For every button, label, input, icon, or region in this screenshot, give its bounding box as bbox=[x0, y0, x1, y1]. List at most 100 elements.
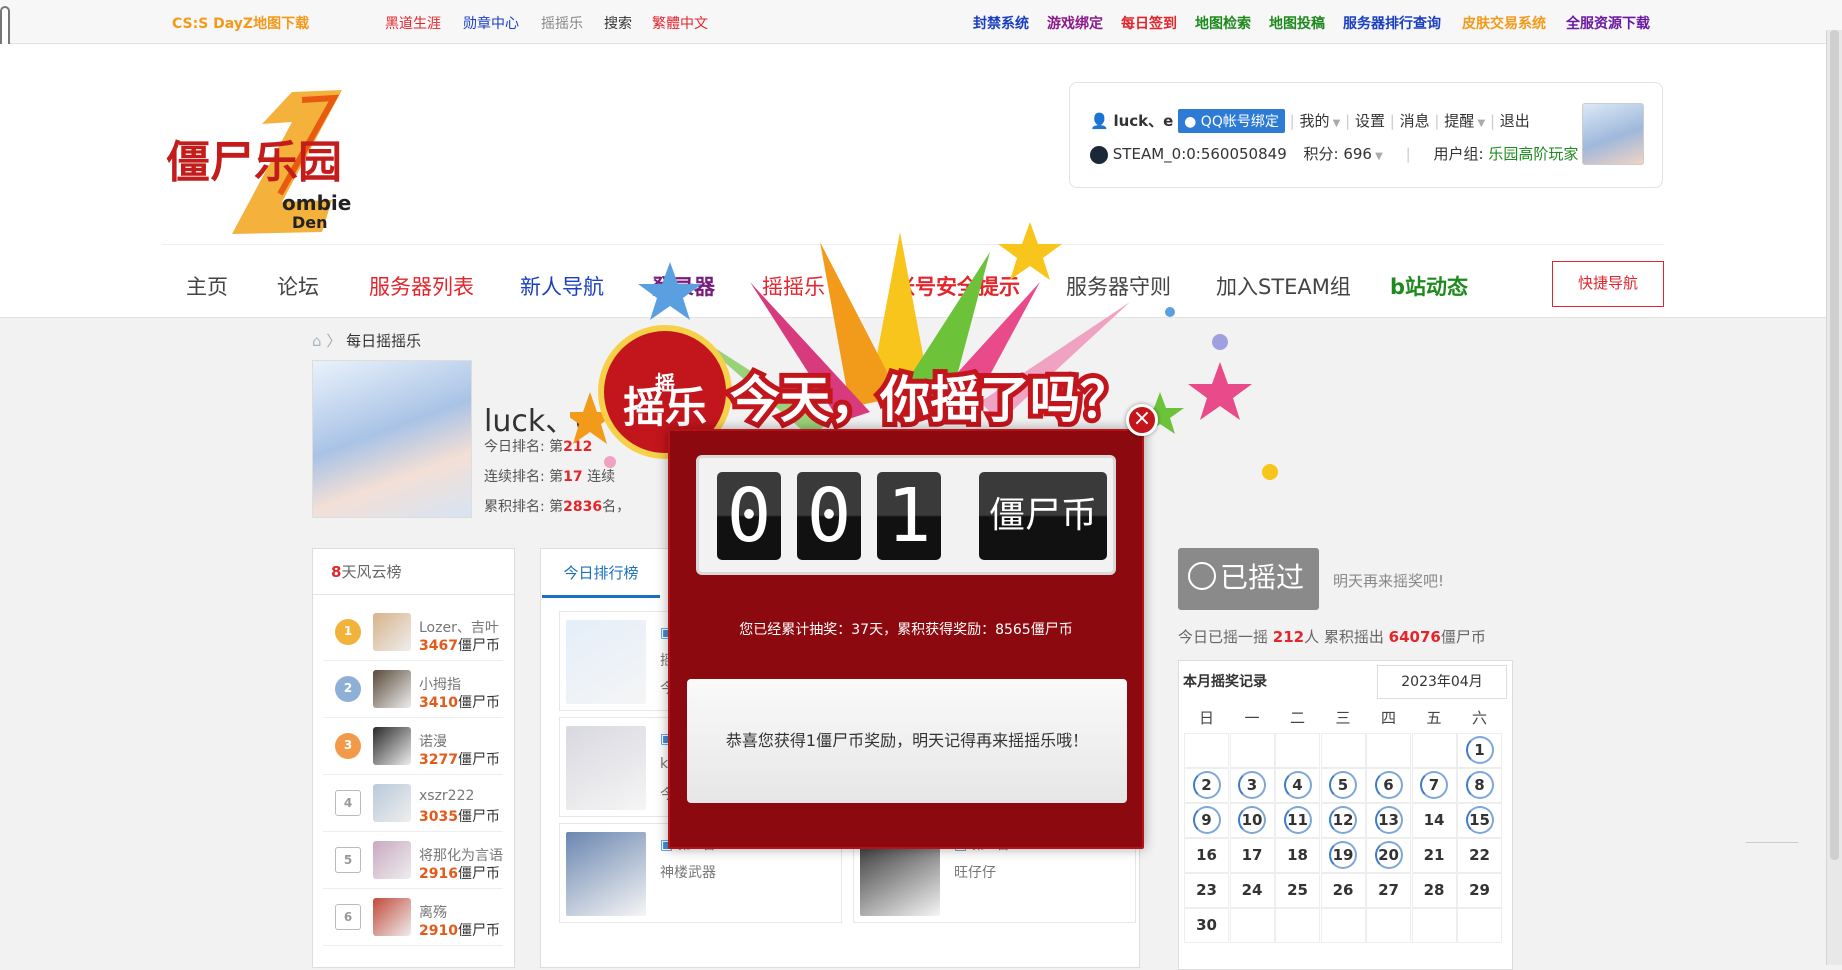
user-row-2: STEAM_0:0:560050849 积分: 696 ▼ | 用户组: 乐园高… bbox=[1090, 143, 1589, 164]
nav-home[interactable]: 主页 bbox=[186, 271, 228, 301]
leaderboard-title-text: 天风云榜 bbox=[341, 563, 402, 581]
nav-server-list[interactable]: 服务器列表 bbox=[369, 271, 474, 301]
user-panel: 👤 luck、e ● QQ帐号绑定 | 我的 ▼ | 设置 | 消息 | 提醒 … bbox=[1069, 82, 1663, 188]
calendar-day: 26 bbox=[1321, 873, 1366, 908]
player-name[interactable]: 将那化为言语 bbox=[419, 845, 503, 865]
close-icon[interactable]: × bbox=[1126, 404, 1158, 436]
top-link-left-2[interactable]: 勋章中心 bbox=[463, 13, 519, 33]
calendar-day-number: 23 bbox=[1196, 881, 1217, 899]
player-name[interactable]: xszr222 bbox=[419, 788, 474, 804]
counter-digit-2: 0 bbox=[797, 472, 861, 560]
calendar-day: 3 bbox=[1230, 768, 1275, 803]
tab-today-ranking[interactable]: 今日排行榜 bbox=[542, 550, 660, 598]
today-summary-c: 僵尸币 bbox=[1440, 628, 1486, 646]
points-menu[interactable]: 积分: 696 bbox=[1304, 145, 1372, 163]
player-name[interactable]: 小拇指 bbox=[419, 674, 461, 694]
player-coins-value: 3035 bbox=[419, 809, 458, 825]
ranking-avatar[interactable] bbox=[566, 726, 646, 810]
profile-avatar[interactable] bbox=[312, 360, 472, 518]
top-link-left-5[interactable]: 繁體中文 bbox=[652, 13, 708, 33]
calendar-day: 5 bbox=[1321, 768, 1366, 803]
already-shaken-button[interactable]: 已摇过 bbox=[1178, 548, 1319, 610]
player-avatar[interactable] bbox=[373, 841, 411, 879]
top-link-left-4[interactable]: 搜索 bbox=[604, 13, 632, 33]
today-rank-label: 今日排名: 第 bbox=[484, 439, 564, 455]
top-link-right-1[interactable]: 游戏绑定 bbox=[1047, 13, 1103, 33]
player-name-text[interactable]: 神楼武器 bbox=[660, 865, 716, 881]
player-coins-value: 3410 bbox=[419, 695, 458, 711]
home-icon[interactable]: ⌂ bbox=[312, 332, 322, 350]
calendar-day: 19 bbox=[1321, 838, 1366, 873]
logout-link[interactable]: 退出 bbox=[1500, 112, 1530, 130]
player-name[interactable]: 离殇 bbox=[419, 902, 447, 922]
ranking-avatar[interactable] bbox=[566, 832, 646, 916]
player-avatar[interactable] bbox=[373, 784, 411, 822]
calendar-day-checked: 13 bbox=[1374, 806, 1403, 834]
logo-graphic: 僵尸乐园 ombie Den bbox=[166, 90, 351, 234]
top-link-right-0[interactable]: 封禁系统 bbox=[973, 13, 1029, 33]
side-divider bbox=[1746, 842, 1798, 843]
top-link-left-0[interactable]: CS:S DayZ地图下载 bbox=[172, 13, 309, 33]
vertical-scrollbar[interactable] bbox=[1826, 30, 1842, 965]
gift-icon bbox=[1188, 562, 1216, 590]
total-rank-label: 累积排名: 第 bbox=[484, 499, 564, 515]
svg-text:Den: Den bbox=[292, 213, 328, 232]
qq-bind-button[interactable]: ● QQ帐号绑定 bbox=[1178, 109, 1285, 133]
breadcrumb-current[interactable]: 每日摇摇乐 bbox=[346, 332, 421, 350]
calendar-day: 7 bbox=[1412, 768, 1457, 803]
usergroup-link[interactable]: 乐园高阶玩家 bbox=[1488, 145, 1578, 163]
calendar-cell bbox=[1229, 908, 1275, 943]
ranking-player-name[interactable]: 旺仔仔 bbox=[954, 862, 996, 882]
top-link-left-3[interactable]: 摇摇乐 bbox=[541, 13, 583, 33]
calendar-day: 27 bbox=[1366, 873, 1411, 908]
settings-link[interactable]: 设置 bbox=[1355, 112, 1385, 130]
calendar-day-number: 16 bbox=[1196, 846, 1217, 864]
top-link-right-6[interactable]: 皮肤交易系统 bbox=[1462, 13, 1546, 33]
calendar-month-select[interactable]: 2023年04月 bbox=[1377, 665, 1507, 699]
ranking-player-name[interactable]: 神楼武器 bbox=[660, 862, 716, 882]
calendar-day-checked: 20 bbox=[1374, 841, 1403, 869]
calendar-cell bbox=[1366, 908, 1411, 943]
rank-medal-icon: 1 bbox=[335, 619, 361, 645]
today-total: 64076 bbox=[1388, 628, 1441, 646]
today-summary-a: 今日已摇一摇 bbox=[1178, 628, 1273, 646]
quick-nav-button[interactable]: 快捷导航 bbox=[1552, 261, 1664, 307]
counter-digit-1: 0 bbox=[717, 472, 781, 560]
top-link-right-2[interactable]: 每日签到 bbox=[1121, 13, 1177, 33]
top-link-right-4[interactable]: 地图投稿 bbox=[1269, 13, 1325, 33]
player-avatar[interactable] bbox=[373, 898, 411, 936]
player-name-text[interactable]: 旺仔仔 bbox=[954, 865, 996, 881]
calendar-weekday: 二 bbox=[1289, 709, 1305, 727]
reminders-menu[interactable]: 提醒 bbox=[1444, 112, 1474, 130]
calendar-day: 1 bbox=[1457, 733, 1502, 768]
calendar-day-number: 18 bbox=[1287, 846, 1308, 864]
nav-forum[interactable]: 论坛 bbox=[277, 271, 319, 301]
player-avatar[interactable] bbox=[373, 670, 411, 708]
calendar-day-checked: 4 bbox=[1283, 771, 1312, 799]
player-coins: 3035僵尸币 bbox=[419, 806, 500, 826]
player-avatar[interactable] bbox=[373, 727, 411, 765]
calendar-day-number: 28 bbox=[1423, 881, 1445, 899]
scrollbar-thumb[interactable] bbox=[1830, 30, 1839, 860]
user-avatar[interactable] bbox=[1582, 103, 1644, 165]
calendar-weekday: 六 bbox=[1471, 709, 1487, 727]
top-link-left-1[interactable]: 黑道生涯 bbox=[385, 13, 441, 33]
ranking-avatar[interactable] bbox=[566, 620, 646, 704]
player-name[interactable]: 诺漫 bbox=[419, 731, 447, 751]
calendar-day: 15 bbox=[1457, 803, 1502, 838]
rank-medal-icon: 5 bbox=[335, 847, 361, 873]
coin-unit: 僵尸币 bbox=[457, 638, 500, 654]
player-avatar[interactable] bbox=[373, 613, 411, 651]
top-link-right-7[interactable]: 全服资源下载 bbox=[1566, 13, 1650, 33]
mine-menu[interactable]: 我的 bbox=[1299, 112, 1329, 130]
leaderboard-title-num: 8 bbox=[331, 563, 342, 581]
messages-link[interactable]: 消息 bbox=[1400, 112, 1430, 130]
top-link-right-3[interactable]: 地图检索 bbox=[1195, 13, 1251, 33]
nav-bilibili[interactable]: b站动态 bbox=[1390, 271, 1468, 301]
username-link[interactable]: luck、e bbox=[1113, 112, 1173, 130]
player-coins-value: 2910 bbox=[419, 923, 458, 939]
calendar-day-checked: 12 bbox=[1329, 806, 1357, 834]
top-link-right-5[interactable]: 服务器排行查询 bbox=[1343, 13, 1441, 33]
site-logo[interactable]: 僵尸乐园 ombie Den bbox=[162, 82, 362, 247]
player-name[interactable]: Lozer、吉叶 bbox=[419, 617, 499, 637]
